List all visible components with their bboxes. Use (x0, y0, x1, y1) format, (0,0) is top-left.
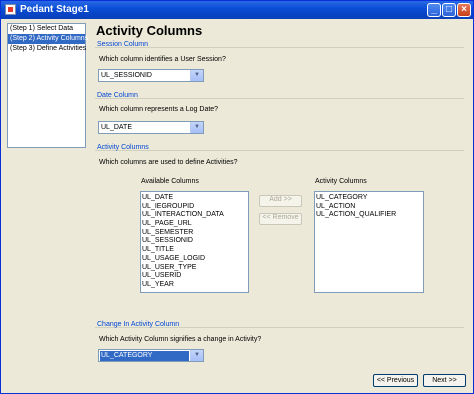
change-section-label: Change In Activity Column (97, 321, 180, 328)
app-icon (5, 4, 16, 15)
page-title: Activity Columns (96, 23, 203, 38)
title-bar[interactable]: Pedant Stage1 _ □ × (1, 1, 473, 19)
previous-button-label: << Previous (376, 377, 415, 384)
chevron-down-icon[interactable]: ▼ (190, 122, 203, 133)
close-button[interactable]: × (457, 3, 471, 17)
change-column-combo[interactable]: UL_CATEGORY ▼ (98, 349, 204, 362)
date-column-value: UL_DATE (101, 124, 132, 131)
session-question: Which column identifies a User Session? (99, 56, 226, 63)
section-divider (95, 47, 464, 48)
activity-section-label: Activity Columns (97, 144, 149, 151)
change-question: Which Activity Column signifies a change… (99, 336, 262, 343)
section-divider (95, 150, 464, 151)
list-item[interactable]: UL_TITLE (142, 246, 247, 255)
list-item[interactable]: UL_IEGROUPID (142, 203, 247, 212)
minimize-button[interactable]: _ (427, 3, 441, 17)
change-column-value: UL_CATEGORY (100, 351, 189, 361)
next-button[interactable]: Next >> (423, 374, 466, 387)
step-item-activity-columns[interactable]: (Step 2) Activity Columns (8, 34, 88, 44)
session-column-combo[interactable]: UL_SESSIONID ▼ (98, 69, 204, 82)
list-item[interactable]: UL_YEAR (142, 281, 247, 290)
list-item[interactable]: UL_USAGE_LOGID (142, 255, 247, 264)
remove-button[interactable]: << Remove (259, 213, 302, 225)
window-title: Pedant Stage1 (20, 4, 89, 15)
list-item[interactable]: UL_SEMESTER (142, 229, 247, 238)
activity-question: Which columns are used to define Activit… (99, 159, 238, 166)
session-section-label: Session Column (97, 41, 148, 48)
date-section-label: Date Column (97, 92, 138, 99)
list-item[interactable]: UL_USERID (142, 272, 247, 281)
list-item[interactable]: UL_SESSIONID (142, 237, 247, 246)
available-columns-list[interactable]: UL_DATE UL_IEGROUPID UL_INTERACTION_DATA UL… (140, 191, 249, 293)
activity-columns-label: Activity Columns (315, 178, 367, 185)
remove-button-label: << Remove (262, 214, 299, 221)
next-button-label: Next >> (432, 377, 457, 384)
date-question: Which column represents a Log Date? (99, 106, 219, 113)
chevron-down-icon[interactable]: ▼ (190, 70, 203, 81)
available-columns-label: Available Columns (141, 178, 199, 185)
list-item[interactable]: UL_USER_TYPE (142, 264, 247, 273)
list-item[interactable]: UL_CATEGORY (316, 194, 422, 203)
previous-button[interactable]: << Previous (373, 374, 418, 387)
list-item[interactable]: UL_DATE (142, 194, 247, 203)
maximize-button[interactable]: □ (442, 3, 456, 17)
main-window: Pedant Stage1 _ □ × (Step 1) Select Data… (0, 0, 474, 394)
list-item[interactable]: UL_INTERACTION_DATA (142, 211, 247, 220)
section-divider (95, 98, 464, 99)
add-button[interactable]: Add >> (259, 195, 302, 207)
session-column-value: UL_SESSIONID (101, 72, 152, 79)
step-item-select-data[interactable]: (Step 1) Select Data (8, 24, 85, 34)
list-item[interactable]: UL_ACTION_QUALIFIER (316, 211, 422, 220)
step-item-define-activities[interactable]: (Step 3) Define Activities (8, 44, 86, 54)
list-item[interactable]: UL_PAGE_URL (142, 220, 247, 229)
list-item[interactable]: UL_ACTION (316, 203, 422, 212)
add-button-label: Add >> (269, 196, 292, 203)
activity-columns-list[interactable]: UL_CATEGORY UL_ACTION UL_ACTION_QUALIFIER (314, 191, 424, 293)
step-list[interactable]: (Step 1) Select Data (Step 2) Activity C… (7, 23, 88, 148)
date-column-combo[interactable]: UL_DATE ▼ (98, 121, 204, 134)
chevron-down-icon[interactable]: ▼ (190, 350, 203, 361)
